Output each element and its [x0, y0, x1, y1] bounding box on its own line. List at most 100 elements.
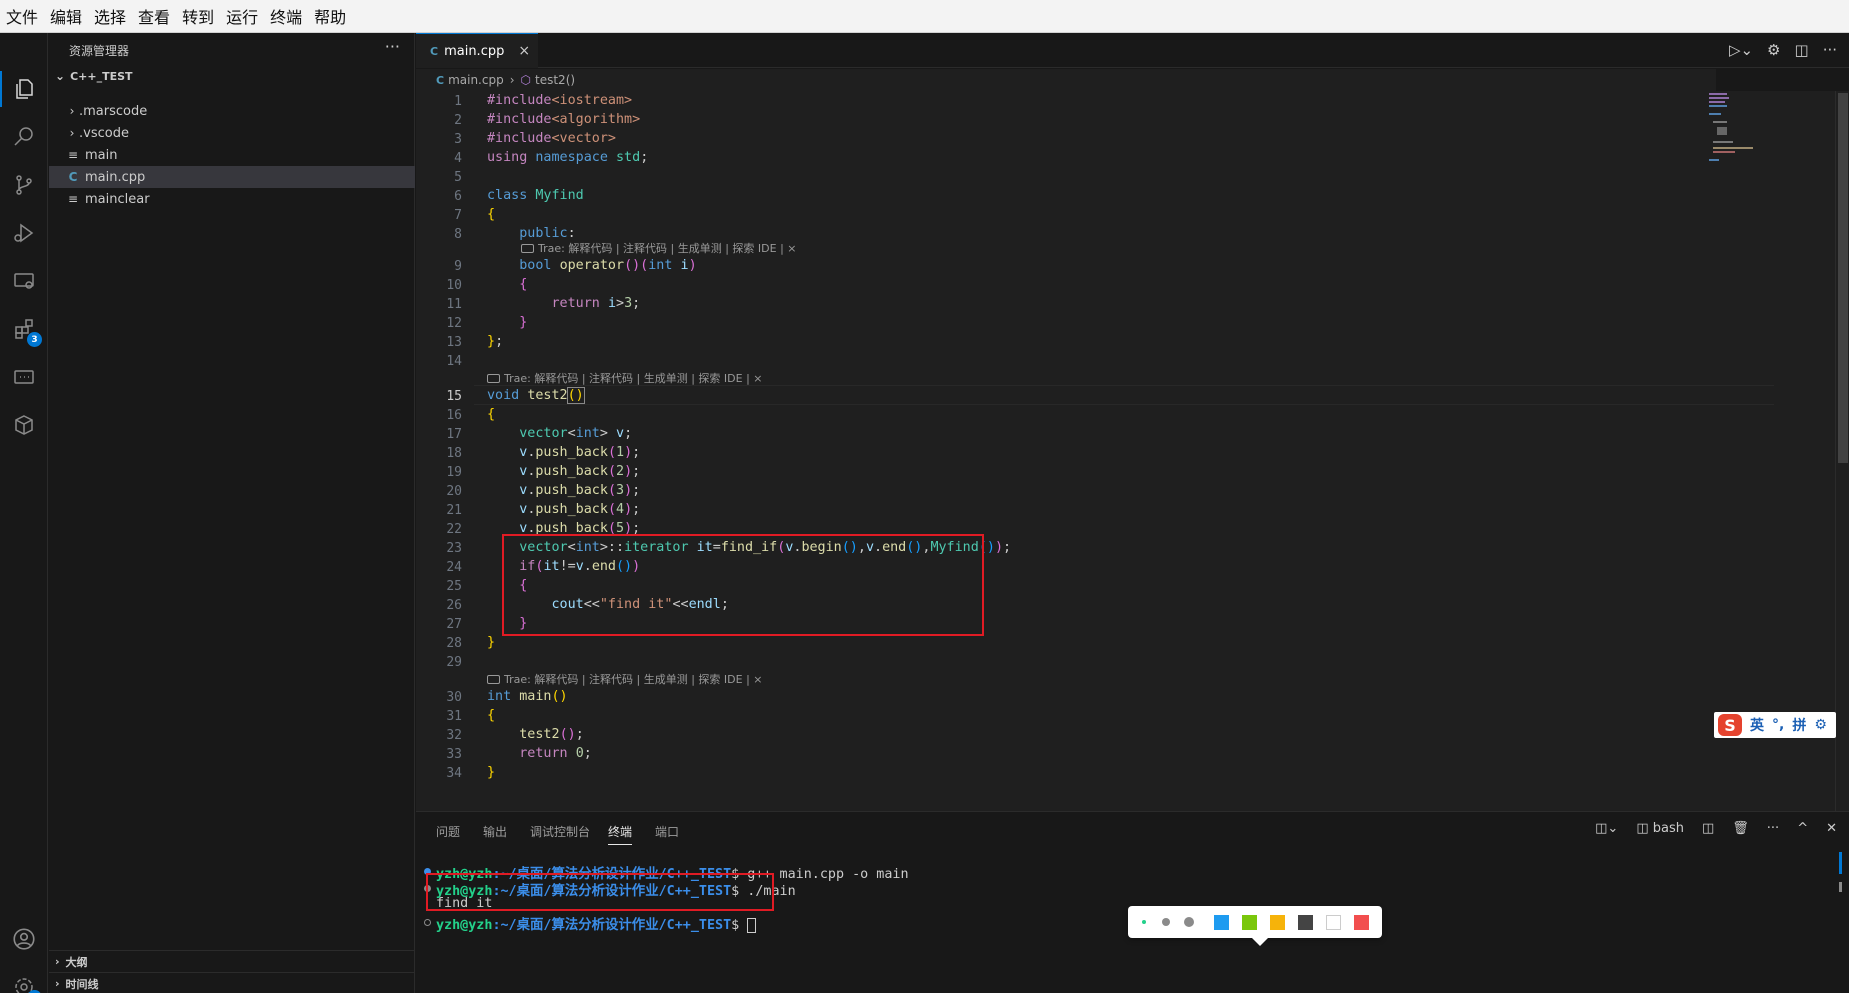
menu-goto[interactable]: 转到	[182, 4, 214, 28]
layout-dropdown-icon[interactable]: ◫⌄	[1595, 821, 1618, 836]
line-number: 17	[446, 427, 462, 442]
ime-lang[interactable]: 英	[1750, 715, 1764, 735]
chevron-right-icon: ›	[69, 126, 75, 140]
close-icon[interactable]: ×	[518, 43, 530, 59]
ime-toolbar[interactable]: S 英 °, 拼 ⚙	[1714, 712, 1836, 738]
more-icon[interactable]: ···	[1767, 821, 1779, 836]
color-swatch-yellow[interactable]	[1270, 915, 1285, 930]
pen-size-large[interactable]	[1184, 917, 1194, 927]
menu-file[interactable]: 文件	[6, 4, 38, 28]
trae-codelens[interactable]: Trae: 解释代码 | 注释代码 | 生成单测 | 探索 IDE | ×	[521, 240, 797, 256]
scrollbar-thumb[interactable]	[1838, 93, 1848, 463]
tab-output[interactable]: 输出	[483, 823, 507, 840]
run-debug-icon[interactable]	[8, 217, 40, 249]
close-panel-icon[interactable]: ✕	[1826, 821, 1837, 836]
terminal-scrollbar[interactable]	[1835, 852, 1849, 993]
menu-help[interactable]: 帮助	[314, 4, 346, 28]
tab-terminal[interactable]: 终端	[608, 823, 633, 845]
line-number: 13	[446, 335, 462, 350]
code-line: #include<iostream>	[487, 93, 633, 108]
trae-codelens[interactable]: Trae: 解释代码 | 注释代码 | 生成单测 | 探索 IDE | ×	[487, 671, 763, 687]
menu-edit[interactable]: 编辑	[50, 4, 82, 28]
outline-section[interactable]: › 大纲	[49, 950, 415, 972]
code-line: public:	[519, 226, 576, 241]
active-indicator	[0, 71, 2, 107]
split-editor-icon[interactable]: ◫	[1795, 41, 1809, 59]
split-terminal-icon[interactable]: ◫	[1702, 821, 1714, 836]
breadcrumb-file[interactable]: main.cpp	[448, 73, 504, 87]
chevron-right-icon: ›	[509, 73, 515, 87]
code-editor[interactable]: 1 2 3 4 5 6 7 8 9 10 11 12 13 14 15 16 17 18 19 20 21 22 23 24 2…	[416, 91, 1849, 811]
minimap[interactable]	[1709, 91, 1789, 191]
ime-mode[interactable]: 拼	[1792, 715, 1806, 735]
extensions-icon[interactable]: 3	[8, 313, 42, 347]
terminal-panel-icon[interactable]	[8, 361, 40, 393]
timeline-section[interactable]: › 时间线	[49, 972, 415, 993]
tree-item-main[interactable]: ≡ main	[49, 144, 415, 166]
tree-item-label: main	[85, 147, 118, 163]
tree-item-marscode[interactable]: › .marscode	[49, 100, 415, 122]
maximize-panel-icon[interactable]: ^	[1797, 821, 1808, 836]
tree-item-label: mainclear	[85, 191, 150, 207]
trae-codelens[interactable]: Trae: 解释代码 | 注释代码 | 生成单测 | 探索 IDE | ×	[487, 370, 763, 386]
line-number: 5	[454, 170, 462, 185]
trash-icon[interactable]: 🗑	[1732, 821, 1749, 836]
line-number: 7	[454, 208, 462, 223]
terminal-line[interactable]: yzh@yzh:~/桌面/算法分析设计作业/C++_TEST$	[436, 913, 757, 933]
tab-debug-console[interactable]: 调试控制台	[530, 823, 590, 840]
terminal-shell[interactable]: ◫ bash	[1636, 821, 1684, 836]
tab-main-cpp[interactable]: C main.cpp ×	[416, 33, 538, 68]
tree-item-main-cpp[interactable]: C main.cpp	[49, 166, 415, 188]
tab-ports[interactable]: 端口	[655, 823, 679, 840]
codelens-text: Trae: 解释代码 | 注释代码 | 生成单测 | 探索 IDE | ×	[504, 673, 763, 686]
command-pending-dot-icon[interactable]	[424, 919, 431, 926]
tree-item-label: main.cpp	[85, 169, 146, 185]
settings-gear-icon[interactable]: 1	[8, 971, 42, 993]
more-icon[interactable]: ···	[1823, 41, 1837, 59]
color-swatch-white[interactable]	[1326, 915, 1341, 930]
code-line: {	[487, 708, 496, 723]
chevron-right-icon: ›	[55, 955, 60, 968]
code-line: test2();	[519, 727, 584, 742]
line-number: 34	[446, 766, 462, 781]
menu-view[interactable]: 查看	[138, 4, 170, 28]
tab-problems[interactable]: 问题	[436, 823, 460, 840]
code-highlight-box	[502, 534, 984, 636]
breadcrumb-symbol[interactable]: test2()	[535, 73, 575, 87]
line-number: 14	[446, 354, 462, 369]
code-line: bool operator()(int i)	[519, 258, 697, 273]
account-icon[interactable]	[8, 923, 40, 955]
color-swatch-green[interactable]	[1242, 915, 1257, 930]
code-line: {	[487, 407, 496, 422]
color-swatch-blue[interactable]	[1214, 915, 1229, 930]
settings-icon[interactable]: ⚙	[1767, 41, 1780, 59]
run-code-icon[interactable]: ▷⌄	[1729, 41, 1753, 59]
pen-size-small[interactable]	[1142, 920, 1146, 924]
more-actions-icon[interactable]: ···	[385, 37, 400, 56]
tree-item-label: .vscode	[79, 125, 129, 141]
code-line: v.push_back(1);	[519, 445, 641, 460]
cube-icon[interactable]	[8, 409, 40, 441]
codelens-text: Trae: 解释代码 | 注释代码 | 生成单测 | 探索 IDE | ×	[538, 242, 797, 255]
pen-size-medium[interactable]	[1162, 918, 1170, 926]
line-number: 25	[446, 579, 462, 594]
menu-run[interactable]: 运行	[226, 4, 258, 28]
editor-scrollbar[interactable]	[1835, 91, 1849, 811]
line-number: 8	[454, 227, 462, 242]
line-number: 4	[454, 151, 462, 166]
source-control-icon[interactable]	[8, 169, 40, 201]
panel-actions: ◫⌄ ◫ bash ◫ 🗑 ··· ^ ✕	[1595, 821, 1837, 836]
remote-explorer-icon[interactable]	[8, 265, 40, 297]
ime-punct[interactable]: °,	[1772, 717, 1784, 733]
search-icon[interactable]	[8, 121, 40, 153]
color-swatch-red[interactable]	[1354, 915, 1369, 930]
explorer-icon[interactable]	[8, 73, 40, 105]
tree-item-vscode[interactable]: › .vscode	[49, 122, 415, 144]
menu-terminal[interactable]: 终端	[270, 4, 302, 28]
ime-settings-icon[interactable]: ⚙	[1814, 717, 1827, 733]
color-swatch-dark-gray[interactable]	[1298, 915, 1313, 930]
menu-select[interactable]: 选择	[94, 4, 126, 28]
tree-item-mainclear[interactable]: ≡ mainclear	[49, 188, 415, 210]
line-number: 23	[446, 541, 462, 556]
workspace-root[interactable]: ⌄ C++_TEST	[55, 69, 133, 83]
